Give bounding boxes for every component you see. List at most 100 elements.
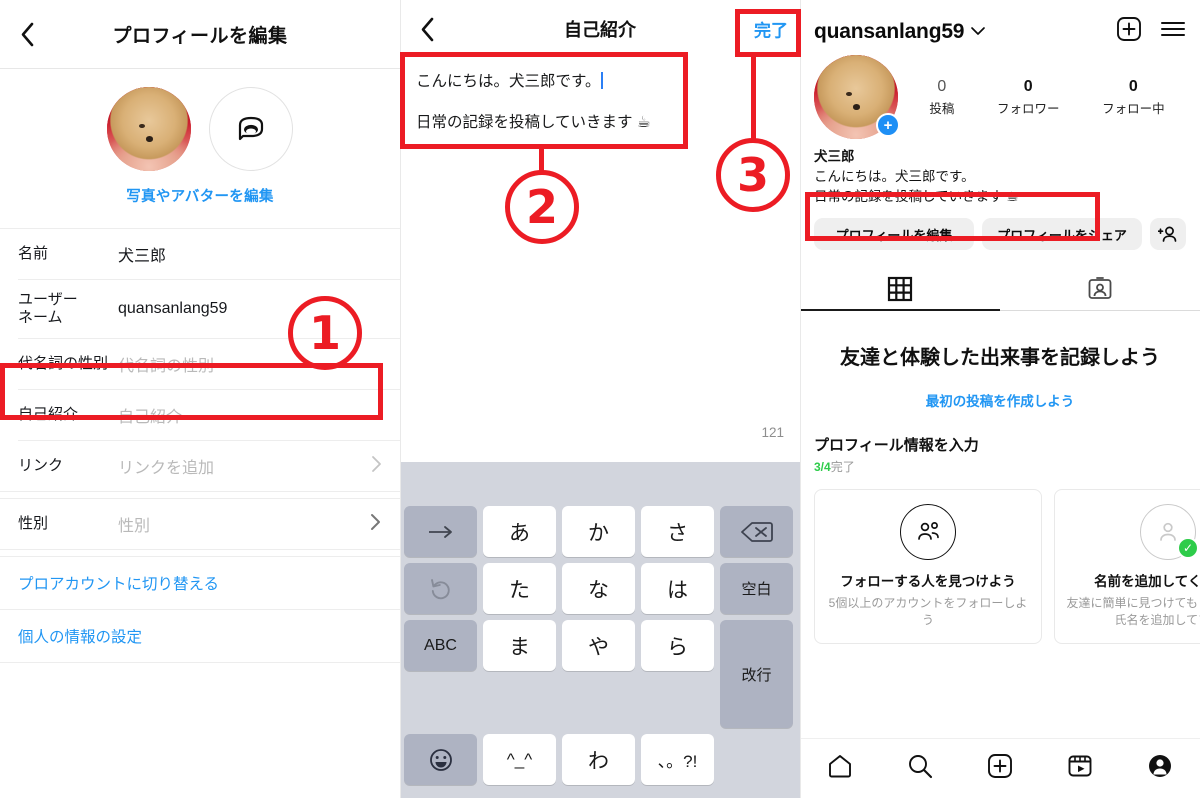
stat-value: 0	[1023, 77, 1033, 95]
key-ma[interactable]: ま	[483, 620, 556, 671]
key-wa[interactable]: わ	[562, 734, 635, 785]
bio-line-1: こんにちは。犬三郎です。	[814, 169, 975, 184]
profile-header-actions	[1116, 16, 1186, 47]
tagged-person-icon	[1088, 277, 1112, 300]
annotation-box-profile-bio	[805, 192, 1100, 241]
tab-grid[interactable]	[800, 268, 1000, 310]
key-kaomoji[interactable]: ^_^	[483, 734, 556, 785]
profile-stats: 0 投稿 0 フォロワー 0 フォロー中	[898, 78, 1186, 117]
progress-suffix: 完了	[830, 460, 855, 475]
key-sa[interactable]: さ	[641, 506, 714, 557]
annotation-box-2	[400, 52, 688, 149]
card-title: フォローする人を見つけよう	[840, 574, 1016, 590]
annotation-box-1	[0, 363, 383, 420]
field-label: ユーザー ネーム	[18, 291, 78, 326]
key-ra[interactable]: ら	[641, 620, 714, 671]
card-description: 5個以上のアカウントをフォローしよう	[828, 596, 1028, 627]
plus-square-icon[interactable]	[987, 753, 1013, 784]
profile-tabs	[800, 268, 1200, 310]
field-link[interactable]: リンク リンクを追加	[0, 441, 400, 491]
people-group-icon	[900, 504, 956, 561]
empty-state-title: 友達と体験した出来事を記録しよう	[840, 347, 1160, 370]
japanese-keyboard[interactable]: あ か さ た な は 空白 ABC ま や ら 改行 ^_^ わ 、。?!	[400, 462, 800, 798]
profile-photo[interactable]	[107, 87, 191, 171]
progress-value: 3/4	[814, 460, 831, 475]
plus-square-icon[interactable]	[1116, 16, 1142, 47]
key-ya[interactable]: や	[562, 620, 635, 671]
key-na[interactable]: な	[562, 563, 635, 614]
field-value: リンクを追加	[118, 460, 215, 477]
profile-setup-title: プロフィール情報を入力	[814, 437, 979, 455]
setup-cards: フォローする人を見つけよう 5個以上のアカウントをフォローしよう ✓ 名前を追加…	[800, 475, 1200, 644]
key-space[interactable]: 空白	[720, 563, 793, 614]
keyboard-row: た な は 空白	[404, 563, 796, 614]
stat-followers[interactable]: 0 フォロワー	[997, 78, 1060, 117]
keyboard-suggestion-bar[interactable]	[400, 462, 800, 506]
chevron-right-icon	[371, 455, 382, 477]
header-divider	[0, 68, 400, 69]
profile-username[interactable]: quansanlang59	[814, 20, 964, 44]
search-icon[interactable]	[907, 753, 933, 784]
annotation-marker-3: 3	[716, 138, 790, 212]
field-label: リンク	[18, 457, 64, 474]
hamburger-menu-icon[interactable]	[1160, 19, 1186, 44]
bottom-navbar	[800, 738, 1200, 798]
add-person-icon[interactable]	[1150, 218, 1186, 251]
section-divider	[0, 491, 400, 499]
key-backspace-icon[interactable]	[720, 506, 793, 557]
stat-caption: フォロー中	[1102, 101, 1165, 116]
home-icon[interactable]	[827, 753, 853, 784]
setup-card-find-people[interactable]: フォローする人を見つけよう 5個以上のアカウントをフォローしよう	[814, 489, 1042, 644]
avatar[interactable]: +	[814, 55, 900, 139]
stat-caption: フォロワー	[996, 101, 1060, 116]
field-value: 犬三郎	[118, 248, 167, 265]
stat-posts[interactable]: 0 投稿	[929, 78, 954, 117]
field-gender[interactable]: 性別 性別	[0, 499, 400, 549]
annotation-box-3	[735, 9, 801, 57]
key-a[interactable]: あ	[483, 506, 556, 557]
field-name[interactable]: 名前 犬三郎	[0, 229, 400, 279]
key-undo-icon[interactable]	[404, 563, 477, 614]
switch-pro-account-link[interactable]: プロアカウントに切り替える	[0, 557, 400, 609]
back-icon[interactable]	[410, 12, 444, 46]
annotation-marker-1: 1	[288, 296, 362, 370]
profile-avatar-icon[interactable]	[1147, 753, 1173, 784]
field-value: 性別	[118, 518, 151, 535]
tab-tagged[interactable]	[1000, 268, 1200, 310]
stat-following[interactable]: 0 フォロー中	[1102, 78, 1165, 117]
field-label: 名前	[18, 245, 49, 262]
profile-stats-row: + 0 投稿 0 フォロワー 0 フォロー中	[800, 47, 1200, 139]
keyboard-row: あ か さ	[404, 506, 796, 557]
profile-display-name: 犬三郎	[814, 149, 855, 164]
key-arrow-right-icon[interactable]	[404, 506, 477, 557]
key-emoji-icon[interactable]	[404, 734, 477, 785]
reels-icon[interactable]	[1067, 753, 1093, 784]
character-counter: 121	[761, 425, 784, 440]
personal-info-settings-link[interactable]: 個人の情報の設定	[0, 610, 400, 662]
key-ha[interactable]: は	[641, 563, 714, 614]
grid-icon	[887, 277, 913, 302]
empty-state: 友達と体験した出来事を記録しよう 最初の投稿を作成しよう	[800, 311, 1200, 410]
add-story-plus-icon[interactable]: +	[876, 113, 900, 137]
section-divider	[0, 549, 400, 557]
chevron-down-icon[interactable]	[970, 23, 986, 41]
edit-photo-link[interactable]: 写真やアバターを編集	[0, 185, 400, 206]
edit-profile-header: プロフィールを編集	[0, 0, 400, 68]
page-title: プロフィールを編集	[112, 25, 288, 47]
back-icon[interactable]	[10, 17, 44, 51]
check-icon: ✓	[1177, 537, 1199, 560]
profile-panel: quansanlang59 + 0 投稿 0 フォロワー 0 フォロー中 犬三郎…	[800, 0, 1200, 798]
create-first-post-link[interactable]: 最初の投稿を作成しよう	[830, 390, 1170, 410]
key-return[interactable]: 改行	[720, 620, 793, 728]
avatar-face-icon[interactable]	[209, 87, 293, 171]
key-punctuation[interactable]: 、。?!	[641, 734, 714, 785]
annotation-marker-2: 2	[505, 170, 579, 244]
stat-caption: 投稿	[929, 101, 955, 116]
key-ka[interactable]: か	[562, 506, 635, 557]
setup-card-add-name[interactable]: ✓ 名前を追加してください 友達に簡単に見つけてもらえるよう、氏名を追加してアイ	[1054, 489, 1200, 644]
annotation-line-3	[751, 57, 756, 142]
key-ta[interactable]: た	[483, 563, 556, 614]
key-abc[interactable]: ABC	[404, 620, 477, 671]
keyboard-row: ^_^ わ 、。?!	[404, 734, 796, 785]
avatar-row	[0, 87, 400, 171]
